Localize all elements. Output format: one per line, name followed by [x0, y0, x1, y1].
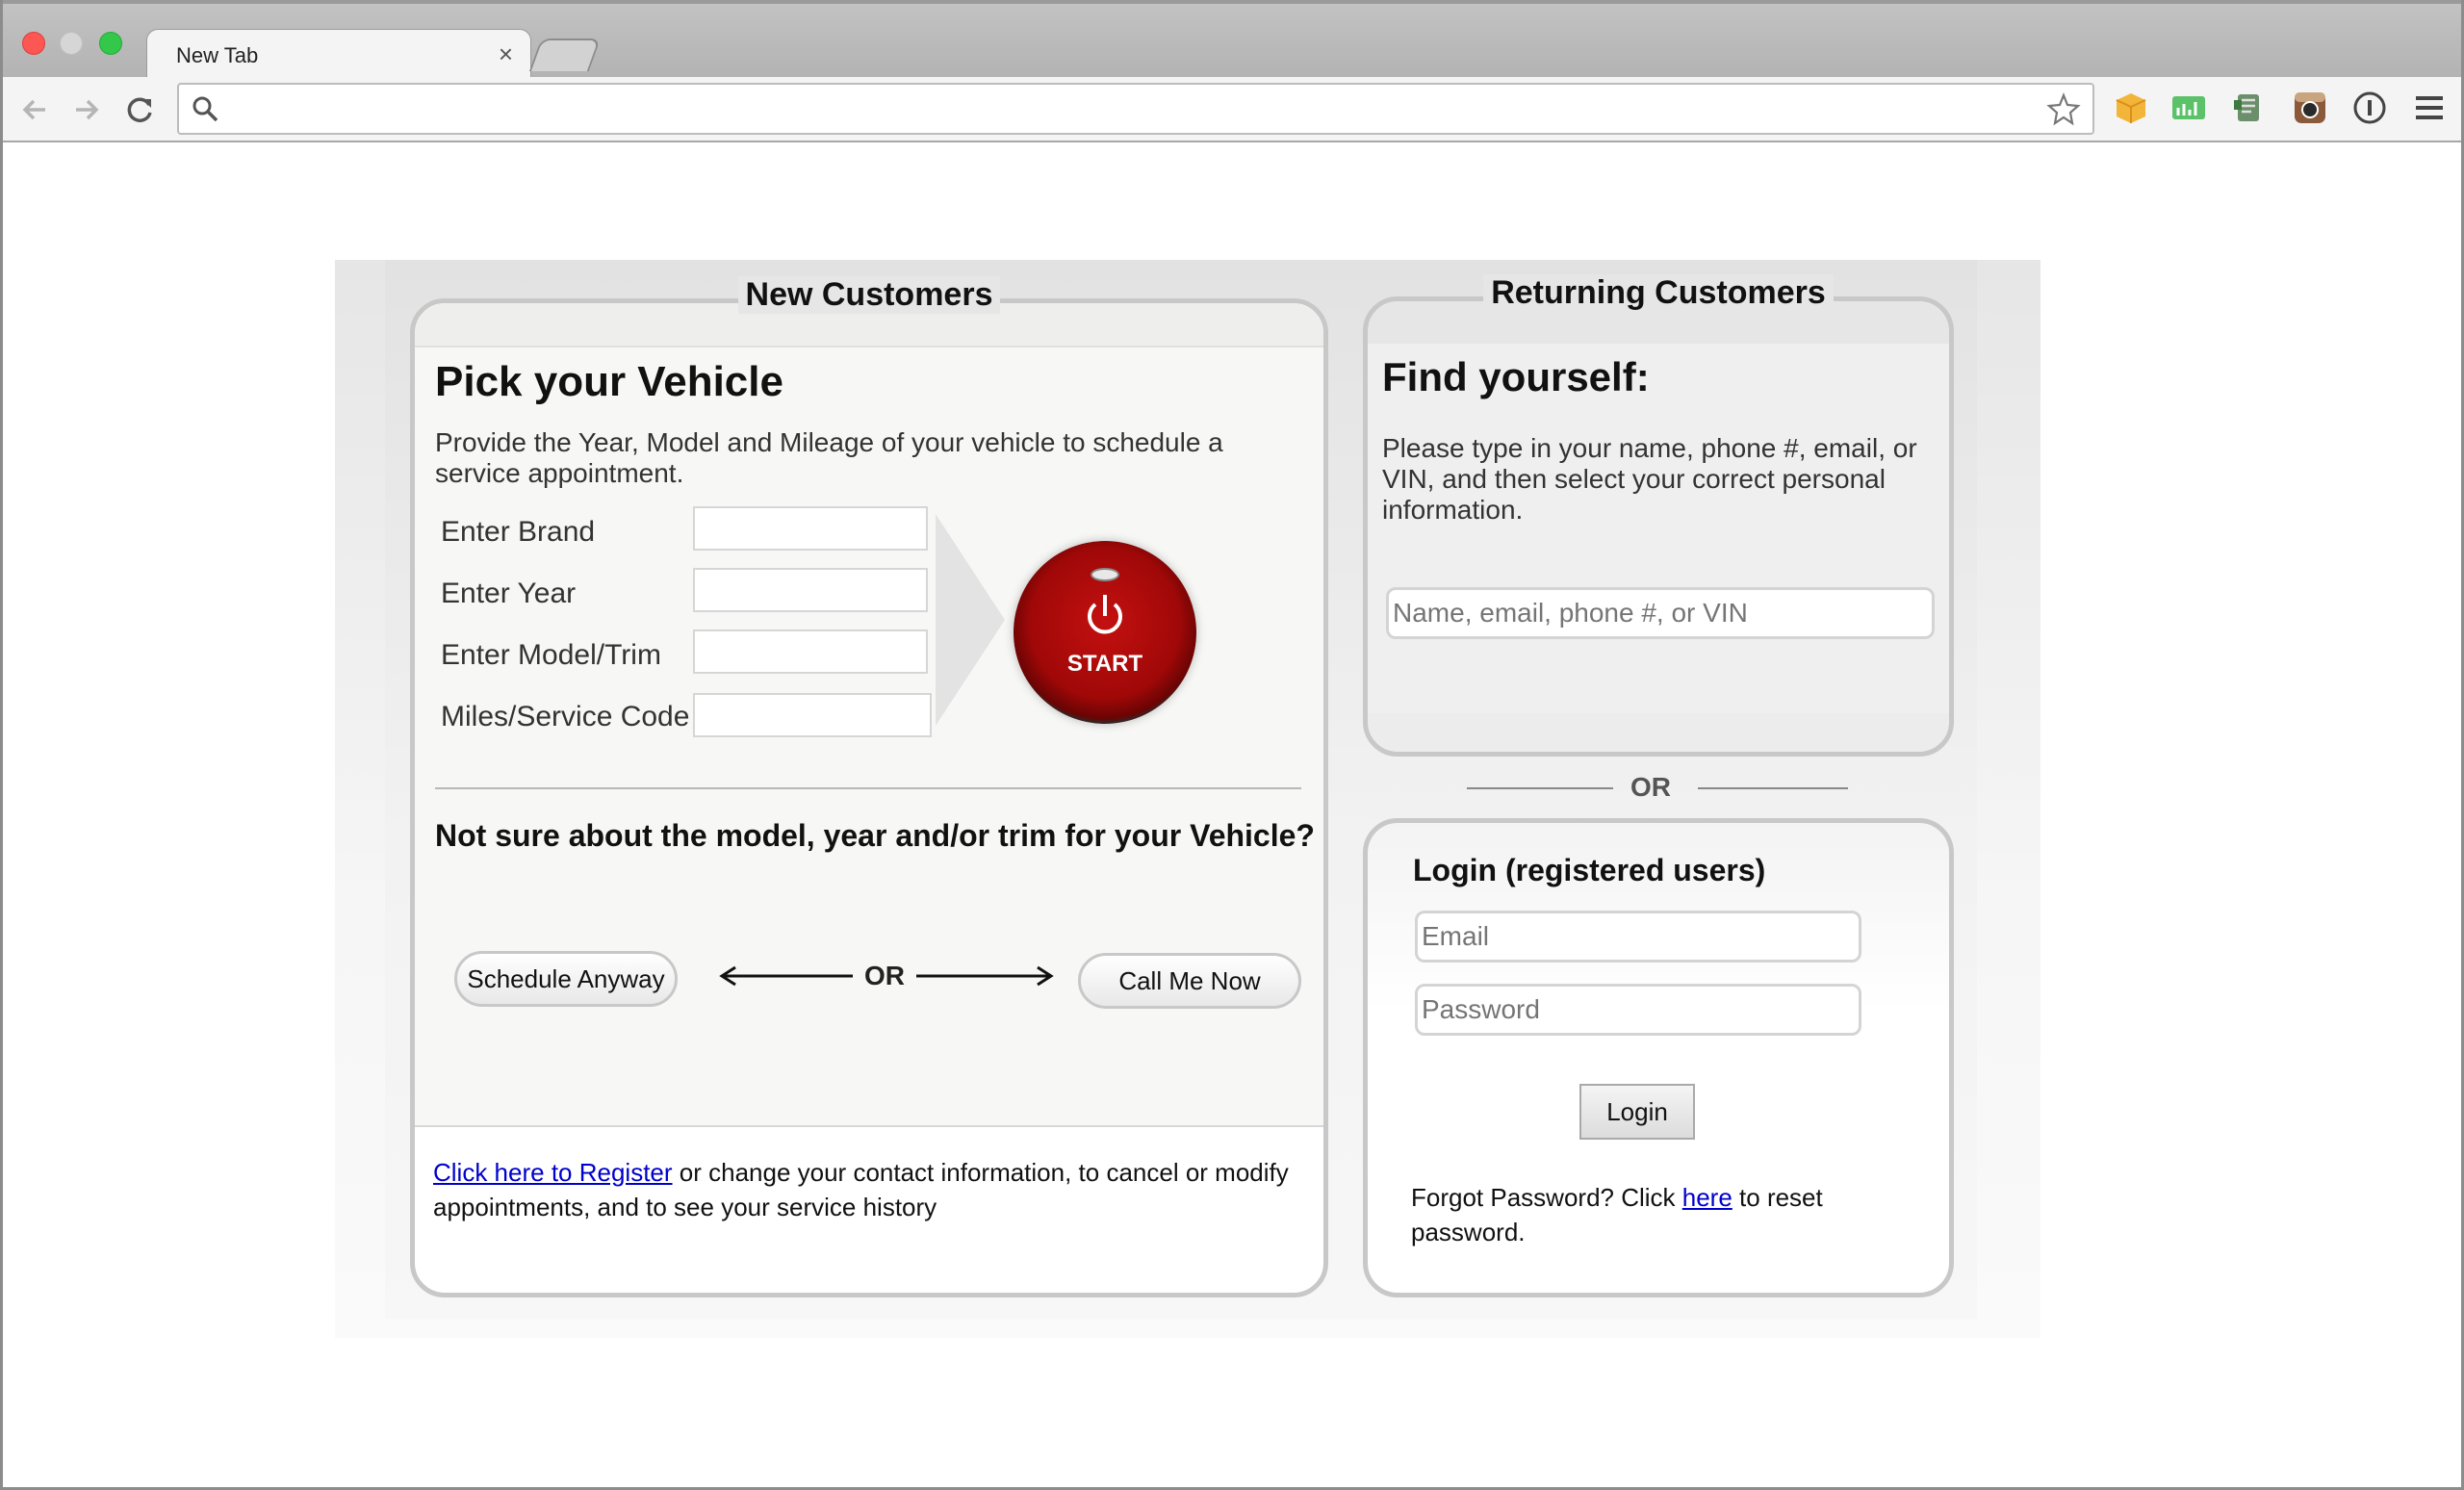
address-bar[interactable] [177, 83, 2094, 135]
not-sure-heading: Not sure about the model, year and/or tr… [435, 818, 1315, 853]
browser-toolbar [0, 77, 2464, 142]
extension-chart-icon[interactable] [2169, 89, 2208, 127]
model-trim-input[interactable] [693, 629, 928, 674]
login-heading: Login (registered users) [1413, 853, 1766, 887]
start-button[interactable]: START [1014, 541, 1196, 724]
forgot-password-paragraph: Forgot Password? Click here to reset pas… [1411, 1180, 1912, 1249]
search-icon [192, 96, 218, 122]
start-label: START [1066, 651, 1143, 677]
chevron-right-icon [936, 514, 1005, 726]
right-arrow-icon [916, 965, 1054, 987]
reload-icon[interactable] [121, 90, 160, 129]
power-icon [1088, 595, 1122, 634]
tab-close-icon[interactable]: × [499, 39, 513, 69]
year-input[interactable] [693, 568, 928, 612]
miles-service-code-label: Miles/Service Code [441, 701, 690, 732]
back-arrow-icon[interactable] [15, 90, 54, 129]
find-yourself-heading: Find yourself: [1382, 354, 1650, 399]
extension-evernote-icon[interactable] [2229, 89, 2268, 127]
customer-search-input[interactable] [1386, 587, 1935, 639]
or-separator-right-line [1698, 787, 1848, 789]
password-field[interactable] [1415, 984, 1861, 1036]
extension-camera-icon[interactable] [2291, 89, 2329, 127]
panel-top-strip [1368, 301, 1949, 344]
browser-titlebar: New Tab × [0, 0, 2464, 85]
minimize-window-button[interactable] [60, 32, 83, 55]
register-link[interactable]: Click here to Register [433, 1158, 673, 1187]
find-yourself-description: Please type in your name, phone #, email… [1382, 433, 1917, 525]
menu-icon[interactable] [2410, 89, 2449, 127]
or-separator-left-line [1467, 787, 1613, 789]
left-arrow-icon [719, 965, 853, 987]
login-button[interactable]: Login [1579, 1084, 1695, 1140]
call-me-now-button[interactable]: Call Me Now [1078, 953, 1301, 1009]
zoom-window-button[interactable] [99, 32, 122, 55]
reset-password-link[interactable]: here [1682, 1183, 1732, 1212]
or-label: OR [864, 961, 905, 990]
close-window-button[interactable] [22, 32, 45, 55]
or-separator-label: OR [1630, 772, 1671, 802]
miles-service-code-input[interactable] [693, 693, 932, 737]
brand-input[interactable] [693, 506, 928, 551]
new-tab-button[interactable] [528, 39, 602, 71]
extension-info-icon[interactable] [2350, 89, 2389, 127]
schedule-anyway-button[interactable]: Schedule Anyway [454, 951, 678, 1007]
tab-title: New Tab [176, 43, 259, 67]
button-highlight [1091, 568, 1119, 581]
panel-top-strip [415, 303, 1323, 346]
pick-vehicle-heading: Pick your Vehicle [435, 358, 783, 405]
forward-arrow-icon[interactable] [67, 90, 106, 129]
brand-label: Enter Brand [441, 516, 596, 548]
model-trim-label: Enter Model/Trim [441, 639, 661, 671]
email-field[interactable] [1415, 911, 1861, 963]
register-paragraph: Click here to Register or change your co… [433, 1155, 1319, 1224]
vehicle-description: Provide the Year, Model and Mileage of y… [435, 427, 1223, 488]
extension-box-icon[interactable] [2112, 89, 2150, 127]
year-label: Enter Year [441, 578, 577, 609]
forgot-password-prefix: Forgot Password? Click [1411, 1183, 1682, 1212]
bookmark-star-icon[interactable] [2046, 92, 2081, 127]
section-divider [435, 787, 1301, 789]
